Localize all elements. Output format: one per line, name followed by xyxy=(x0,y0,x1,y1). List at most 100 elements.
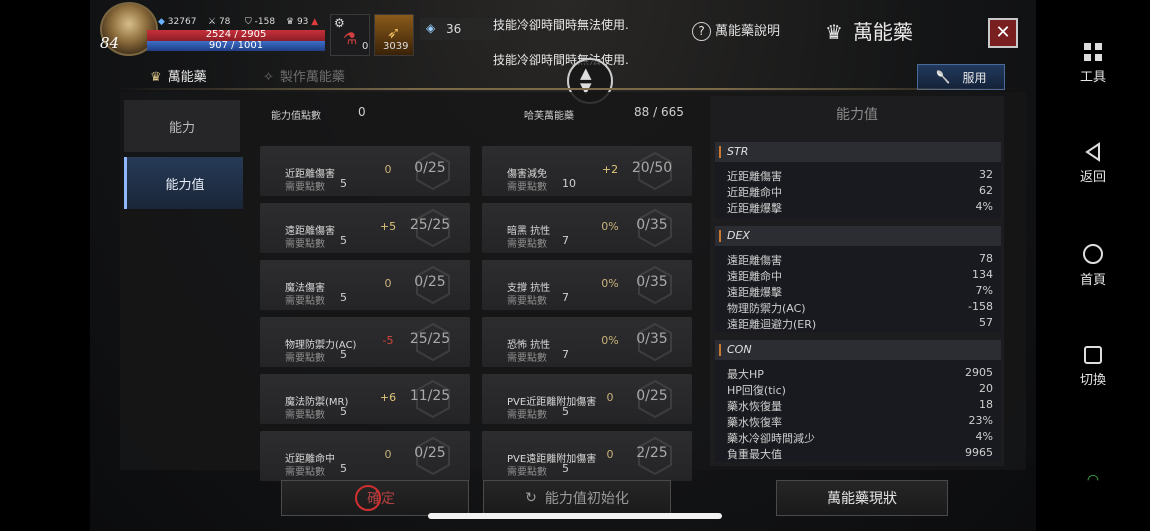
stat-row: 最大HP 2905 xyxy=(727,366,993,382)
recents-icon xyxy=(1084,346,1102,364)
points-prefix: 需要點數 xyxy=(285,182,325,193)
blue-currency: ◆ 32767 xyxy=(158,17,197,27)
stat-count: 0/25 xyxy=(636,388,668,404)
question-icon: ? xyxy=(692,22,711,41)
crown-icon: ♛ xyxy=(825,20,843,44)
stat-value: 18 xyxy=(979,398,993,411)
menu-stats[interactable]: 能力值 xyxy=(124,157,243,209)
stat-count: 0/35 xyxy=(636,217,668,233)
stat-row: 遠距離迴避力(ER) 57 xyxy=(727,316,993,332)
dex-header: DEX xyxy=(727,229,750,242)
close-button[interactable]: ✕ xyxy=(988,18,1018,48)
stat-card[interactable]: 傷害減免 需要點數 10 +2 20/50 xyxy=(482,146,692,196)
stat-count: 20/50 xyxy=(631,160,673,176)
stat-row: 近距離傷害 32 xyxy=(727,168,993,184)
game-screen: 84 ◆ 32767 ⚔ 78 ⛉ -158 ♛ 93 ▲ 2524 / 290… xyxy=(90,0,1036,531)
stat-row: 遠距離命中 134 xyxy=(727,268,993,284)
weapon-icon: ⚔ xyxy=(208,17,217,27)
points-required: 5 xyxy=(340,405,347,418)
stat-card[interactable]: 近距離傷害 需要點數 5 0 0/25 xyxy=(260,146,470,196)
stat-value: 62 xyxy=(979,184,993,197)
points-required: 7 xyxy=(562,291,569,304)
stats-panel-title: 能力值 xyxy=(836,107,878,123)
stat-count: 0/25 xyxy=(414,160,446,176)
nav-home[interactable]: 首頁 xyxy=(1036,243,1150,288)
stat-card[interactable]: 近距離命中 需要點數 5 0 0/25 xyxy=(260,431,470,481)
status-button[interactable]: 萬能藥現狀 xyxy=(776,480,948,516)
settings-icon[interactable]: ⚙ xyxy=(334,16,345,30)
points-required: 5 xyxy=(340,291,347,304)
points-prefix: 需要點數 xyxy=(285,296,325,307)
nav-back[interactable]: 返回 xyxy=(1036,142,1150,185)
stat-count: 11/25 xyxy=(409,388,451,404)
stat-card[interactable]: PVE近距離附加傷害 需要點數 5 0 0/25 xyxy=(482,374,692,424)
page-title: ♛ 萬能藥 xyxy=(825,20,913,44)
stat-card[interactable]: 物理防禦力(AC) 需要點數 5 -5 25/25 xyxy=(260,317,470,367)
craft-icon: ✧ xyxy=(263,70,274,85)
stat-card[interactable]: 支撐 抗性 需要點數 7 0% 0/35 xyxy=(482,260,692,310)
stat-row: 負重最大值 9965 xyxy=(727,446,993,462)
reset-icon: ↻ xyxy=(525,490,537,506)
close-icon: ✕ xyxy=(995,22,1011,43)
disabled-icon xyxy=(355,485,381,511)
stat-label: 物理防禦力(AC) xyxy=(727,302,806,315)
dex-section: DEX 遠距離傷害 78 遠距離命中 134 遠距離爆擊 7% 物理防禦力(AC) -158 遠… xyxy=(715,226,1001,332)
gold-slot[interactable]: ➶ 3039 xyxy=(374,14,414,56)
stat-card[interactable]: 魔法傷害 需要點數 5 0 0/25 xyxy=(260,260,470,310)
stat-row: 遠距離爆擊 7% xyxy=(727,284,993,300)
points-label: 能力值點數 xyxy=(271,111,321,122)
str-section: STR 近距離傷害 32 近距離命中 62 近距離爆擊 4% xyxy=(715,142,1001,218)
stat-label: 遠距離迴避力(ER) xyxy=(727,318,817,331)
stat-count: 0/35 xyxy=(636,331,668,347)
points-required: 7 xyxy=(562,348,569,361)
points-prefix: 需要點數 xyxy=(285,239,325,250)
home-icon xyxy=(1083,244,1103,264)
nav-tools[interactable]: 工具 xyxy=(1036,42,1150,85)
stat-value: 32 xyxy=(979,168,993,181)
stat-label: 藥水恢復量 xyxy=(727,400,782,413)
points-prefix: 需要點數 xyxy=(507,239,547,250)
armor-icon: ⛉ xyxy=(245,17,252,27)
stat-row: 藥水冷卻時間減少 4% xyxy=(727,430,993,446)
stat-row: 近距離命中 62 xyxy=(727,184,993,200)
menu-ability[interactable]: 能力 xyxy=(124,100,240,152)
help-button[interactable]: ? 萬能藥說明 xyxy=(692,20,780,41)
use-button[interactable]: 🥄 服用 xyxy=(917,64,1005,90)
str-header: STR xyxy=(727,145,749,158)
points-prefix: 需要點數 xyxy=(507,296,547,307)
left-letterbox xyxy=(0,0,90,531)
stat-bonus: 0 xyxy=(606,391,614,404)
stat-card[interactable]: 遠距離傷害 需要點數 5 +5 25/25 xyxy=(260,203,470,253)
stat-value: 57 xyxy=(979,316,993,329)
confirm-button[interactable]: 確定 xyxy=(281,480,469,516)
stat-card[interactable]: PVE遠距離附加傷害 需要點數 5 0 2/25 xyxy=(482,431,692,481)
stat-row: 藥水恢復率 23% xyxy=(727,414,993,430)
points-value: 0 xyxy=(358,105,366,119)
grid-icon xyxy=(1084,43,1102,61)
player-level: 84 xyxy=(100,34,120,52)
tab-potion[interactable]: ♛ 萬能藥 xyxy=(150,66,207,85)
points-required: 5 xyxy=(340,177,347,190)
points-required: 7 xyxy=(562,234,569,247)
nav-switch[interactable]: 切換 xyxy=(1036,345,1150,388)
drink-icon: 🥄 xyxy=(935,70,951,84)
points-prefix: 需要點數 xyxy=(507,410,547,421)
stat-card[interactable]: 暗黑 抗性 需要點數 7 0% 0/35 xyxy=(482,203,692,253)
tab-craft[interactable]: ✧ 製作萬能藥 xyxy=(263,66,345,85)
potion-slot[interactable]: ⚙ ⚗ 0 xyxy=(330,14,370,56)
stat-count: 2/25 xyxy=(636,445,668,461)
stat-label: 近距離傷害 xyxy=(727,170,782,183)
stat-card[interactable]: 恐怖 抗性 需要點數 7 0% 0/35 xyxy=(482,317,692,367)
stat-card[interactable]: 魔法防禦(MR) 需要點數 5 +6 11/25 xyxy=(260,374,470,424)
total-value: 88 / 665 xyxy=(634,105,684,119)
wifi-icon: ◠ xyxy=(1086,472,1100,488)
reset-button[interactable]: ↻ 能力值初始化 xyxy=(483,480,671,516)
stat-bonus: +5 xyxy=(379,220,397,233)
mp-text: 907 / 1001 xyxy=(208,40,264,51)
trophy-icon: ♛ xyxy=(286,17,295,27)
stat-count: 0/35 xyxy=(636,274,668,290)
stat-label: 藥水冷卻時間減少 xyxy=(727,432,815,445)
alert-icon: ▲ xyxy=(311,17,319,27)
stat-value: 4% xyxy=(975,430,993,443)
con-section: CON 最大HP 2905 HP回復(tic) 20 藥水恢復量 18 藥水恢復率 23% 藥水… xyxy=(715,340,1001,462)
